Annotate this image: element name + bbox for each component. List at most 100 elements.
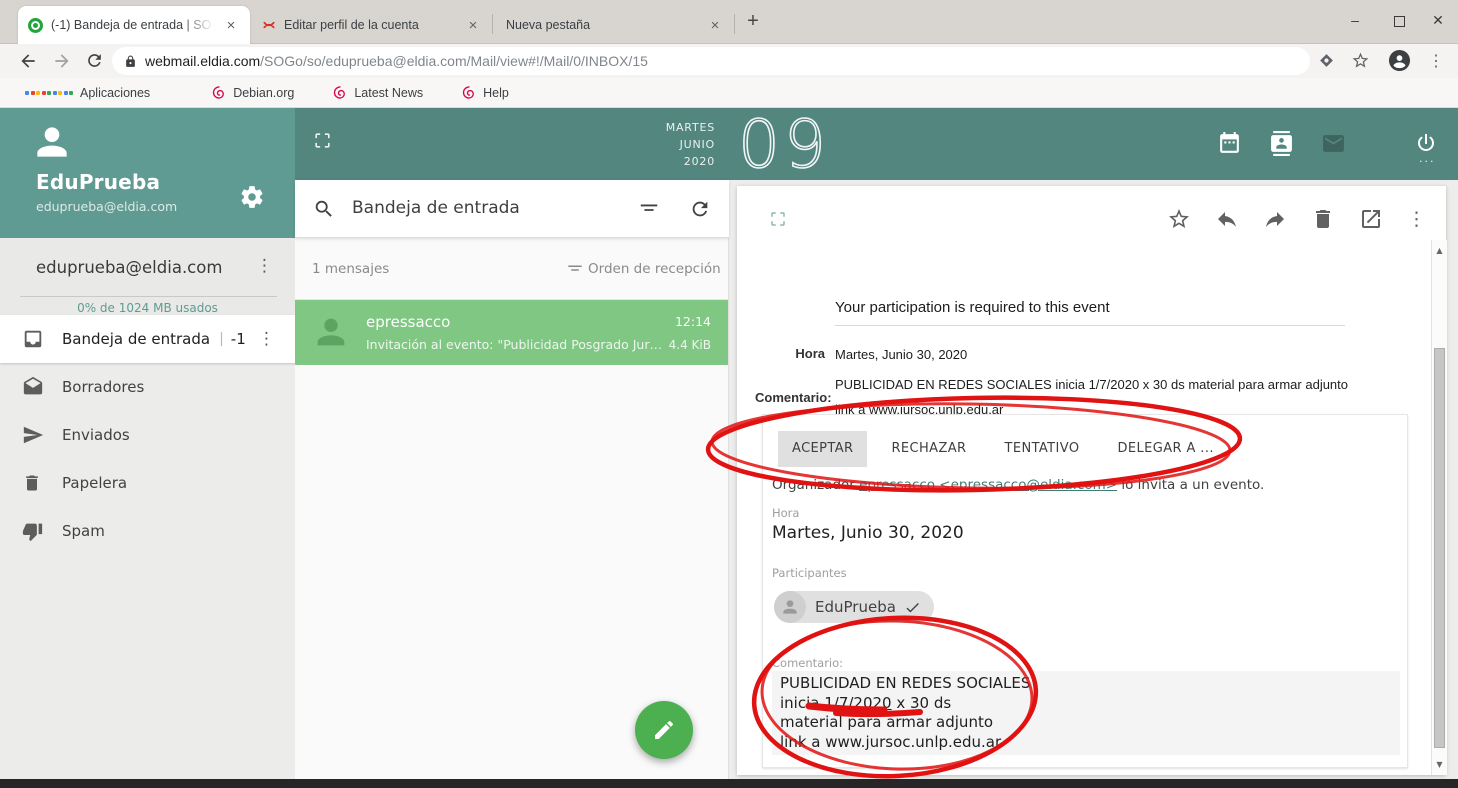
expand-mail-icon[interactable] xyxy=(769,210,787,228)
invitation-card: ACEPTAR RECHAZAR TENTATIVO DELEGAR A ...… xyxy=(762,414,1408,768)
sender-avatar-icon xyxy=(311,312,351,352)
window-close-button[interactable]: ✕ xyxy=(1426,12,1450,29)
scroll-up-icon[interactable]: ▲ xyxy=(1432,246,1447,255)
hora-value: Martes, Junio 30, 2020 xyxy=(772,523,964,543)
tab-close-icon[interactable]: × xyxy=(464,17,482,34)
message-row[interactable]: epressacco 12:14 Invitación al evento: "… xyxy=(295,300,728,365)
sidebar-item-trash[interactable]: Papelera xyxy=(0,459,295,507)
pencil-icon xyxy=(652,718,676,742)
delegate-button[interactable]: DELEGAR A ... xyxy=(1103,431,1227,467)
window-maximize-button[interactable] xyxy=(1394,16,1405,27)
folder-menu-icon[interactable]: ⋮ xyxy=(258,329,275,349)
message-list-header: 1 mensajes Orden de recepción xyxy=(295,238,728,300)
sidebar-item-spam[interactable]: Spam xyxy=(0,507,295,555)
sogo-favicon-icon xyxy=(28,18,43,33)
sort-order-label[interactable]: Orden de recepción xyxy=(588,261,721,277)
tab-inbox[interactable]: (-1) Bandeja de entrada | SO × xyxy=(18,6,250,44)
organizer-prefix: Organizador xyxy=(772,477,859,493)
participant-avatar-icon xyxy=(774,591,806,623)
folder-list: Bandeja de entrada | -1 ⋮ Borradores Env… xyxy=(0,315,295,779)
folder-label: Spam xyxy=(62,522,105,540)
expand-list-icon[interactable] xyxy=(313,131,332,150)
compose-fab-button[interactable] xyxy=(635,701,693,759)
mailbox-search-bar[interactable]: Bandeja de entrada xyxy=(295,180,729,238)
calendar-module-icon[interactable] xyxy=(1217,131,1242,156)
folder-label: Bandeja de entrada xyxy=(62,330,210,348)
reply-icon[interactable] xyxy=(1215,207,1239,231)
message-list: 1 mensajes Orden de recepción epressacco… xyxy=(295,238,729,779)
tentative-button[interactable]: TENTATIVO xyxy=(990,431,1093,467)
bookmarks-bar: Aplicaciones Debian.org Latest News Help xyxy=(0,78,1458,108)
reload-icon[interactable] xyxy=(85,51,104,70)
field-row-hora: Hora Martes, Junio 30, 2020 xyxy=(755,346,1351,364)
comment-line: link a www.jursoc.unlp.edu.ar xyxy=(780,733,1392,753)
star-message-icon[interactable] xyxy=(1167,207,1191,231)
url-field[interactable]: webmail.eldia.com/SOGo/so/eduprueba@eldi… xyxy=(112,47,1310,75)
sidebar-item-sent[interactable]: Enviados xyxy=(0,411,295,459)
current-date: MARTES JUNIO 2020 xyxy=(595,119,715,170)
message-time: 12:14 xyxy=(675,314,711,329)
inbox-icon xyxy=(22,328,46,350)
open-in-new-icon[interactable] xyxy=(1359,207,1383,231)
window-minimize-button[interactable]: – xyxy=(1343,12,1367,28)
date-day-number: 09 xyxy=(738,106,830,183)
trash-icon xyxy=(22,473,46,493)
browser-tab-strip: (-1) Bandeja de entrada | SO × Editar pe… xyxy=(0,0,1458,44)
bookmark-apps[interactable]: Aplicaciones xyxy=(25,86,150,100)
field-value: Martes, Junio 30, 2020 xyxy=(835,346,1351,364)
apps-grid-icon xyxy=(25,91,73,95)
sidebar-item-inbox[interactable]: Bandeja de entrada | -1 ⋮ xyxy=(0,315,295,363)
send-icon xyxy=(22,424,46,446)
bookmark-label: Latest News xyxy=(354,86,423,100)
sidebar-item-drafts[interactable]: Borradores xyxy=(0,363,295,411)
sort-order-icon[interactable] xyxy=(566,261,584,279)
scroll-down-icon[interactable]: ▼ xyxy=(1432,760,1447,769)
sogo-webmail-app: EduPrueba eduprueba@eldia.com eduprueba@… xyxy=(0,108,1458,779)
message-subject: Invitación al evento: "Publicidad Posgra… xyxy=(366,337,666,352)
comment-date: 1/7/2020 xyxy=(824,694,891,712)
drafts-icon xyxy=(22,376,46,398)
settings-gear-icon[interactable] xyxy=(239,184,265,210)
url-domain: webmail.eldia.com xyxy=(145,53,260,69)
account-menu-icon[interactable]: ⋮ xyxy=(256,256,273,276)
refresh-icon[interactable] xyxy=(689,198,711,220)
thumb-down-icon xyxy=(22,521,46,542)
bookmark-latest-news[interactable]: Latest News xyxy=(332,85,423,100)
mail-module-icon[interactable] xyxy=(1321,131,1346,156)
profile-avatar[interactable] xyxy=(1388,49,1411,72)
delete-message-icon[interactable] xyxy=(1311,207,1335,231)
bookmark-debian[interactable]: Debian.org xyxy=(211,85,294,100)
forward-icon[interactable] xyxy=(52,51,72,71)
participant-chip[interactable]: EduPrueba xyxy=(774,591,934,623)
window-bottom-edge xyxy=(0,779,1458,788)
mail-scrollbar[interactable]: ▲ ▼ xyxy=(1431,240,1447,775)
badge-divider: | xyxy=(219,331,224,347)
new-tab-button[interactable]: + xyxy=(740,10,766,33)
back-icon[interactable] xyxy=(18,51,38,71)
bookmark-help[interactable]: Help xyxy=(461,85,509,100)
account-email: eduprueba@eldia.com xyxy=(36,258,222,277)
participants-label: Participantes xyxy=(772,566,847,580)
folder-label: Borradores xyxy=(62,378,144,396)
tab-new[interactable]: Nueva pestaña × xyxy=(494,6,734,44)
account-row[interactable]: eduprueba@eldia.com ⋮ 0% de 1024 MB usad… xyxy=(0,238,295,315)
mail-more-icon[interactable]: ⋮ xyxy=(1407,207,1426,231)
sort-icon[interactable] xyxy=(638,199,660,221)
browser-menu-icon[interactable]: ⋮ xyxy=(1428,51,1444,71)
contacts-module-icon[interactable] xyxy=(1269,131,1294,156)
bookmark-star-icon[interactable] xyxy=(1351,51,1370,70)
top-module-band: MARTES JUNIO 2020 09 ... xyxy=(295,108,1458,180)
tab-edit-profile[interactable]: Editar perfil de la cuenta × xyxy=(252,6,492,44)
date-weekday: MARTES xyxy=(595,119,715,136)
eye-extension-icon[interactable] xyxy=(1318,52,1335,69)
tab-close-icon[interactable]: × xyxy=(706,17,724,34)
decline-button[interactable]: RECHAZAR xyxy=(877,431,980,467)
user-name: EduPrueba xyxy=(36,170,160,194)
accept-button[interactable]: ACEPTAR xyxy=(778,431,867,467)
scrollbar-thumb[interactable] xyxy=(1434,348,1445,748)
comment-line: inicia 1/7/2020 x 30 ds xyxy=(780,694,1392,714)
tab-close-icon[interactable]: × xyxy=(222,17,240,34)
forward-icon[interactable] xyxy=(1263,207,1287,231)
user-email: eduprueba@eldia.com xyxy=(36,199,177,214)
organizer-email-link[interactable]: epressacco <epressacco@eldia.com> xyxy=(859,477,1117,493)
